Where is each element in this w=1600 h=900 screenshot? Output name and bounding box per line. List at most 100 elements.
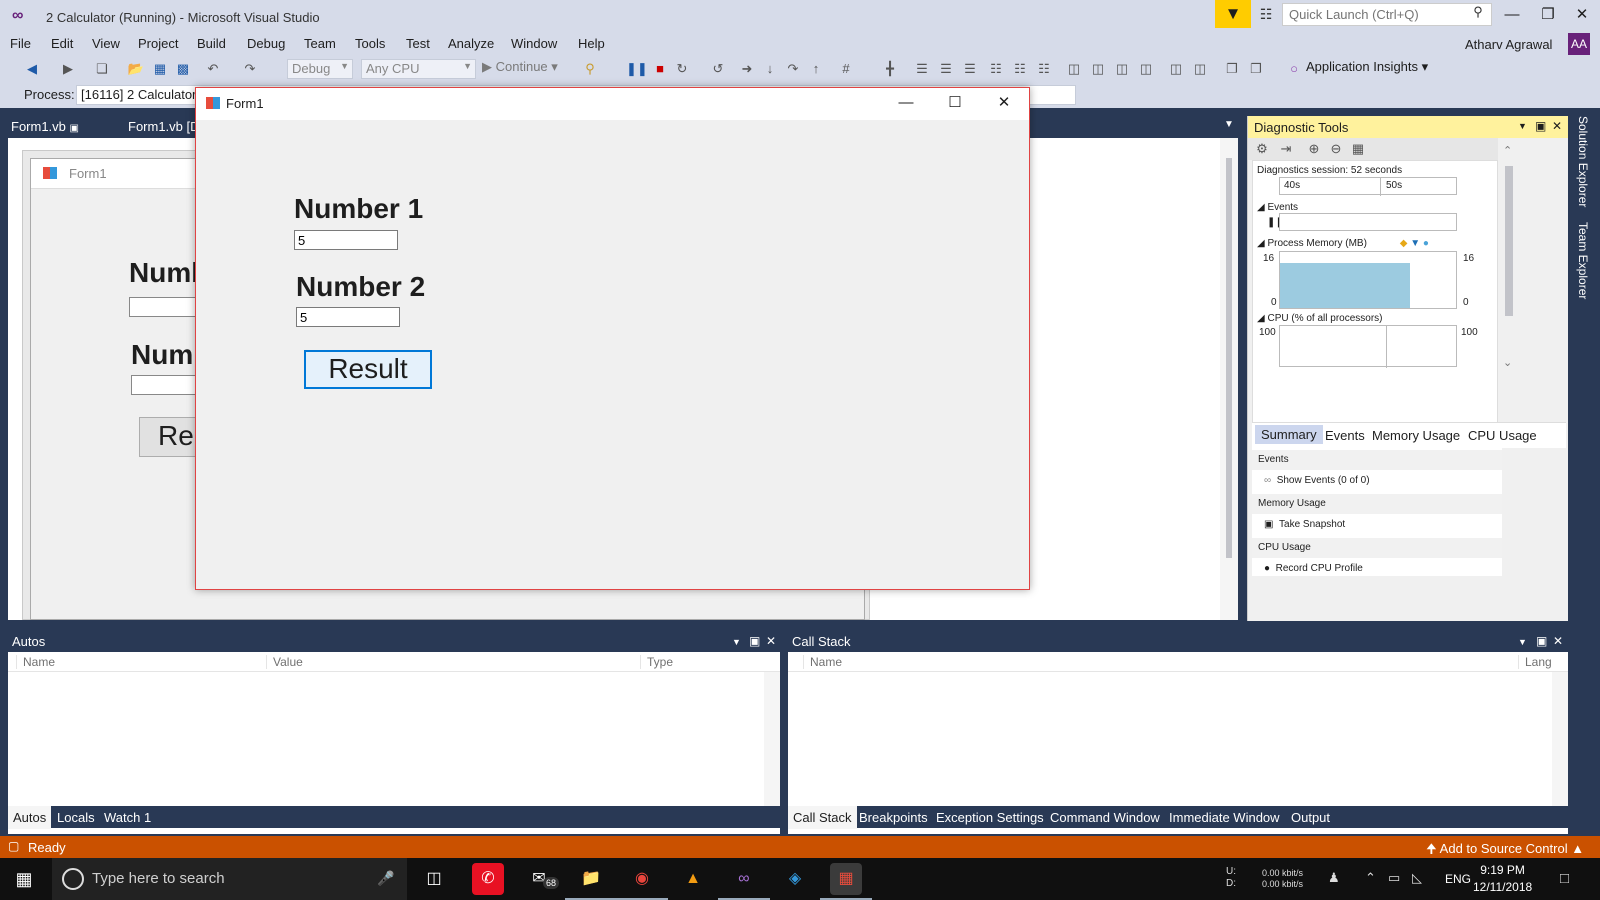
redo-icon[interactable]: ↷ — [240, 59, 260, 79]
designer-label-number2[interactable]: Num — [131, 339, 193, 371]
visual-studio-icon[interactable]: ∞ — [718, 863, 770, 900]
input-language[interactable]: ENG — [1445, 872, 1471, 886]
vlc-icon[interactable]: ▲ — [677, 863, 709, 895]
quick-launch-input[interactable] — [1282, 3, 1492, 26]
stop-icon[interactable]: ■ — [650, 59, 670, 79]
menu-build[interactable]: Build — [197, 36, 226, 51]
show-events-link[interactable]: ∞ Show Events (0 of 0) — [1264, 475, 1370, 486]
hex-display-icon[interactable]: # — [836, 59, 856, 79]
number1-input[interactable] — [294, 230, 398, 250]
record-cpu-profile-link[interactable]: ● Record CPU Profile — [1264, 563, 1363, 574]
menu-project[interactable]: Project — [138, 36, 178, 51]
vertical-spacing-icon[interactable]: ◫ — [1190, 59, 1210, 79]
align-bottom-icon[interactable]: ☷ — [1034, 59, 1054, 79]
menu-debug[interactable]: Debug — [247, 36, 285, 51]
scroll-up-icon[interactable]: ⌃ — [1503, 144, 1512, 157]
file-explorer-icon[interactable]: 📁 — [565, 863, 617, 900]
application-insights-button[interactable]: Application Insights ▾ — [1306, 59, 1428, 75]
column-type[interactable]: Type — [640, 655, 673, 669]
taskbar-search[interactable]: Type here to search 🎤 — [52, 858, 407, 900]
memory-chart[interactable] — [1279, 251, 1457, 309]
restart-icon[interactable]: ↻ — [672, 59, 692, 79]
platform-select[interactable]: Any CPU ▼ — [361, 59, 476, 79]
task-view-icon[interactable]: ◫ — [418, 863, 450, 895]
result-button[interactable]: Result — [304, 350, 432, 389]
tab-overflow-icon[interactable]: ▼ — [1224, 119, 1234, 130]
tab-memory-usage[interactable]: Memory Usage — [1372, 428, 1460, 443]
new-project-icon[interactable]: ❏ — [92, 59, 112, 79]
find-icon[interactable]: ⚲ — [580, 59, 600, 79]
chevron-up-icon[interactable]: ⌃ — [1365, 870, 1376, 886]
events-track[interactable] — [1279, 213, 1457, 231]
zoom-in-icon[interactable]: ⊕ — [1304, 139, 1324, 159]
whatsapp-icon[interactable]: ✆ — [472, 863, 504, 895]
designer-scroll-thumb[interactable] — [1226, 158, 1232, 558]
menu-team[interactable]: Team — [304, 36, 336, 51]
step-over-icon[interactable]: ↷ — [783, 59, 803, 79]
tab-team-explorer[interactable]: Team Explorer — [1576, 222, 1590, 299]
diagnostic-scroll-thumb[interactable] — [1505, 166, 1513, 316]
scroll-down-icon[interactable]: ⌄ — [1503, 356, 1512, 369]
form1-maximize-button[interactable]: ☐ — [931, 88, 979, 118]
tab-events[interactable]: Events — [1325, 428, 1365, 443]
open-file-icon[interactable]: 📂 — [126, 59, 146, 79]
paint-icon[interactable]: ◈ — [779, 863, 811, 895]
step-out-icon[interactable]: ↑ — [806, 59, 826, 79]
pin-icon[interactable]: ▣ — [70, 123, 79, 134]
microphone-icon[interactable]: 🎤 — [377, 870, 394, 887]
chevron-down-icon[interactable]: ▼ — [732, 637, 741, 647]
align-icon[interactable]: ╋ — [880, 59, 900, 79]
form1-close-button[interactable]: ✕ — [980, 88, 1028, 118]
close-icon[interactable]: ✕ — [1553, 634, 1563, 648]
minimize-button[interactable]: — — [1494, 2, 1530, 28]
zoom-out-icon[interactable]: ⊖ — [1326, 139, 1346, 159]
tab-breakpoints[interactable]: Breakpoints — [859, 810, 928, 825]
menu-analyze[interactable]: Analyze — [448, 36, 494, 51]
column-language[interactable]: Lang — [1518, 655, 1552, 669]
chrome-icon[interactable]: ◉ — [616, 863, 668, 900]
feedback-icon[interactable]: ☷ — [1256, 4, 1276, 24]
wifi-icon[interactable]: ◺ — [1412, 870, 1422, 886]
tab-form1-vb-design[interactable]: Form1.vb [D — [128, 119, 200, 134]
people-icon[interactable]: ♟ — [1328, 870, 1340, 886]
tab-command-window[interactable]: Command Window — [1050, 810, 1160, 825]
horizontal-spacing-icon[interactable]: ◫ — [1166, 59, 1186, 79]
send-to-back-icon[interactable]: ❐ — [1246, 59, 1266, 79]
same-width-icon[interactable]: ◫ — [1064, 59, 1084, 79]
save-icon[interactable]: ▦ — [150, 59, 170, 79]
form1-app-icon[interactable]: ▦ — [820, 863, 872, 900]
show-next-statement-icon[interactable]: ➜ — [737, 59, 757, 79]
battery-icon[interactable]: ▭ — [1388, 870, 1400, 886]
tab-output[interactable]: Output — [1291, 810, 1330, 825]
menu-window[interactable]: Window — [511, 36, 557, 51]
number2-input[interactable] — [296, 307, 400, 327]
tab-form1-vb[interactable]: Form1.vb ▣ — [11, 119, 79, 134]
pin-icon[interactable]: ▣ — [749, 634, 760, 648]
same-height-icon[interactable]: ◫ — [1088, 59, 1108, 79]
menu-test[interactable]: Test — [406, 36, 430, 51]
tab-solution-explorer[interactable]: Solution Explorer — [1576, 116, 1590, 207]
close-icon[interactable]: ✕ — [1552, 119, 1562, 133]
user-name[interactable]: Atharv Agrawal — [1465, 37, 1552, 52]
tab-call-stack[interactable]: Call Stack — [788, 806, 857, 829]
bring-to-front-icon[interactable]: ❐ — [1222, 59, 1242, 79]
forward-icon[interactable]: ▶ — [58, 59, 78, 79]
tab-immediate-window[interactable]: Immediate Window — [1169, 810, 1280, 825]
restore-button[interactable]: ❐ — [1530, 2, 1566, 28]
column-name[interactable]: Name — [803, 655, 842, 669]
break-all-icon[interactable]: ❚❚ — [626, 59, 648, 79]
avatar[interactable]: AA — [1568, 33, 1590, 55]
align-middle-icon[interactable]: ☷ — [1010, 59, 1030, 79]
taskbar-clock[interactable]: 9:19 PM 12/11/2018 — [1473, 862, 1532, 896]
column-value[interactable]: Value — [266, 655, 303, 669]
align-left-icon[interactable]: ☰ — [912, 59, 932, 79]
menu-help[interactable]: Help — [578, 36, 605, 51]
call-stack-scrollbar[interactable] — [1552, 672, 1568, 818]
timeline-ruler[interactable]: 40s 50s — [1279, 177, 1457, 196]
save-all-icon[interactable]: ▩ — [173, 59, 193, 79]
gear-icon[interactable]: ⚙ — [1252, 139, 1272, 159]
column-name[interactable]: Name — [16, 655, 55, 669]
menu-edit[interactable]: Edit — [51, 36, 73, 51]
lightbulb-icon[interactable]: ○ — [1284, 59, 1304, 79]
align-right-icon[interactable]: ☰ — [960, 59, 980, 79]
